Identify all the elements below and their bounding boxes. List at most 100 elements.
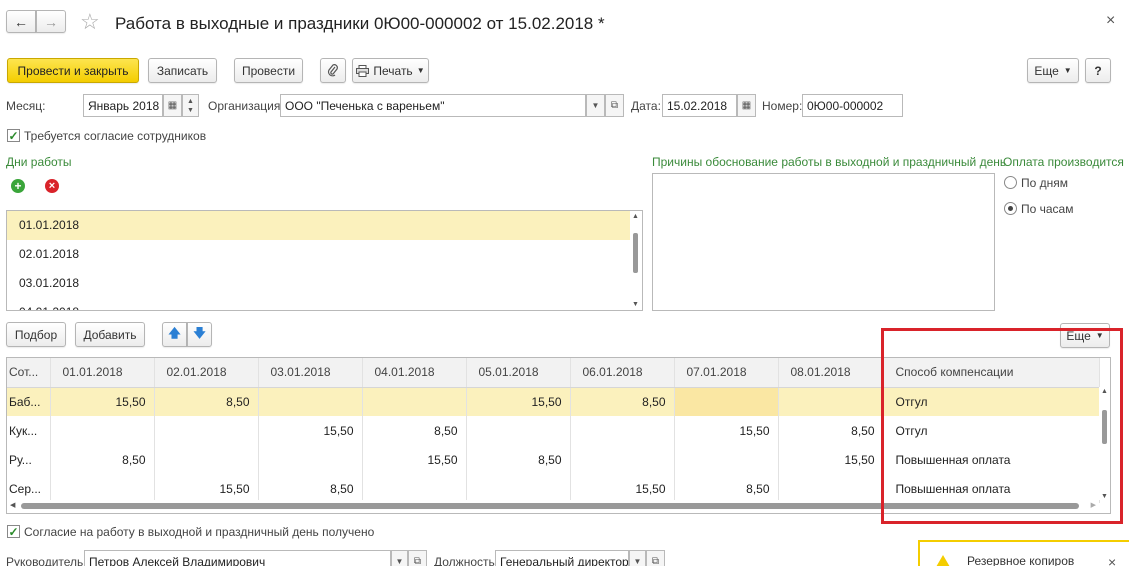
- position-field[interactable]: Генеральный директор: [495, 550, 629, 566]
- arrow-down-icon: 🡇: [193, 326, 206, 340]
- post-button[interactable]: Провести: [234, 58, 303, 83]
- position-open-button[interactable]: ⧉: [646, 550, 665, 566]
- payment-by-hours-radio[interactable]: [1004, 202, 1017, 215]
- column-header[interactable]: 07.01.2018: [674, 358, 779, 388]
- table-cell[interactable]: [362, 387, 467, 416]
- table-cell[interactable]: 15,50: [362, 445, 467, 474]
- table-cell[interactable]: [570, 445, 675, 474]
- open-link-icon: ⧉: [610, 100, 619, 111]
- list-item[interactable]: 02.01.2018: [7, 240, 642, 269]
- table-cell[interactable]: [258, 387, 363, 416]
- post-and-close-button[interactable]: Провести и закрыть: [7, 58, 139, 83]
- manager-label: Руководитель:: [6, 555, 87, 566]
- table-cell[interactable]: 15,50: [466, 387, 571, 416]
- table-cell[interactable]: [258, 445, 363, 474]
- list-item[interactable]: 04.01.2018: [7, 298, 642, 310]
- delete-day-button[interactable]: ×: [40, 175, 64, 197]
- table-cell[interactable]: 15,50: [258, 416, 363, 445]
- organization-field[interactable]: ООО "Печенька с вареньем": [280, 94, 586, 117]
- back-button[interactable]: ←: [6, 10, 36, 33]
- work-days-list[interactable]: 01.01.2018 02.01.2018 03.01.2018 04.01.2…: [6, 210, 643, 311]
- add-day-button[interactable]: +: [6, 175, 30, 197]
- position-dropdown-button[interactable]: ▼: [629, 550, 646, 566]
- column-header[interactable]: 08.01.2018: [778, 358, 884, 388]
- month-field[interactable]: Январь 2018: [83, 94, 163, 117]
- column-header[interactable]: 03.01.2018: [258, 358, 363, 388]
- attach-button[interactable]: [320, 58, 346, 83]
- list-item[interactable]: 03.01.2018: [7, 269, 642, 298]
- organization-dropdown-button[interactable]: ▼: [586, 94, 605, 117]
- print-button[interactable]: Печать ▼: [352, 58, 429, 83]
- table-cell[interactable]: [466, 416, 571, 445]
- number-label: Номер:: [762, 99, 803, 113]
- forward-button[interactable]: →: [36, 10, 66, 33]
- table-cell[interactable]: 8,50: [674, 474, 779, 503]
- manager-field[interactable]: Петров Алексей Владимирович: [84, 550, 391, 566]
- table-cell[interactable]: [50, 416, 155, 445]
- scroll-thumb[interactable]: [633, 233, 638, 273]
- column-header[interactable]: Сот...: [7, 358, 51, 388]
- table-cell[interactable]: 8,50: [154, 387, 259, 416]
- column-header[interactable]: 01.01.2018: [50, 358, 155, 388]
- payment-by-days-radio[interactable]: [1004, 176, 1017, 189]
- table-cell[interactable]: [570, 416, 675, 445]
- calendar-button[interactable]: ▦: [163, 94, 182, 117]
- favorite-star-icon[interactable]: ☆: [80, 9, 100, 35]
- list-item[interactable]: 01.01.2018: [7, 211, 642, 240]
- save-button[interactable]: Записать: [148, 58, 217, 83]
- number-field[interactable]: 0Ю00-000002: [802, 94, 903, 117]
- table-cell[interactable]: [154, 445, 259, 474]
- table-cell[interactable]: 8,50: [778, 416, 884, 445]
- more-button[interactable]: Еще ▼: [1027, 58, 1079, 83]
- table-cell[interactable]: [50, 474, 155, 503]
- help-button[interactable]: ?: [1085, 58, 1111, 83]
- table-cell[interactable]: 15,50: [570, 474, 675, 503]
- table-cell[interactable]: Баб...: [7, 387, 51, 416]
- table-cell[interactable]: 15,50: [778, 445, 884, 474]
- month-stepper[interactable]: ▲ ▼: [182, 94, 199, 117]
- table-cell[interactable]: [778, 474, 884, 503]
- list-scrollbar[interactable]: ▲ ▼: [630, 211, 642, 310]
- table-cell[interactable]: [674, 387, 779, 416]
- add-button[interactable]: Добавить: [75, 322, 145, 347]
- table-cell[interactable]: 15,50: [154, 474, 259, 503]
- table-cell[interactable]: 15,50: [50, 387, 155, 416]
- plus-circle-icon: +: [11, 179, 25, 193]
- organization-open-button[interactable]: ⧉: [605, 94, 624, 117]
- move-up-button[interactable]: 🡅: [162, 322, 187, 347]
- move-down-button[interactable]: 🡇: [187, 322, 212, 347]
- consent-received-checkbox[interactable]: ✓: [7, 525, 20, 538]
- manager-dropdown-button[interactable]: ▼: [391, 550, 408, 566]
- scroll-left-icon[interactable]: ◀: [10, 501, 15, 509]
- consent-required-checkbox[interactable]: ✓: [7, 129, 20, 142]
- table-cell[interactable]: [778, 387, 884, 416]
- reasons-textarea[interactable]: [652, 173, 995, 311]
- date-field[interactable]: 15.02.2018: [662, 94, 737, 117]
- table-cell[interactable]: 8,50: [258, 474, 363, 503]
- column-header[interactable]: 04.01.2018: [362, 358, 467, 388]
- table-cell[interactable]: [674, 445, 779, 474]
- column-header[interactable]: 05.01.2018: [466, 358, 571, 388]
- table-cell[interactable]: 8,50: [362, 416, 467, 445]
- manager-open-button[interactable]: ⧉: [408, 550, 427, 566]
- column-header[interactable]: 02.01.2018: [154, 358, 259, 388]
- column-header[interactable]: 06.01.2018: [570, 358, 675, 388]
- notification-close-icon[interactable]: ×: [1108, 554, 1116, 566]
- scroll-down-icon[interactable]: ▼: [632, 301, 639, 308]
- scroll-up-icon[interactable]: ▲: [632, 213, 639, 220]
- table-cell[interactable]: 8,50: [466, 445, 571, 474]
- table-cell[interactable]: [466, 474, 571, 503]
- table-cell[interactable]: [154, 416, 259, 445]
- pick-button[interactable]: Подбор: [6, 322, 66, 347]
- notification-toast[interactable]: Резервное копиров ×: [918, 540, 1129, 566]
- table-cell[interactable]: Ру...: [7, 445, 51, 474]
- table-cell[interactable]: Сер...: [7, 474, 51, 503]
- table-cell[interactable]: Кук...: [7, 416, 51, 445]
- close-window-icon[interactable]: ×: [1106, 12, 1115, 30]
- payment-by-days-label: По дням: [1021, 176, 1069, 190]
- date-calendar-button[interactable]: ▦: [737, 94, 756, 117]
- table-cell[interactable]: [362, 474, 467, 503]
- table-cell[interactable]: 15,50: [674, 416, 779, 445]
- table-cell[interactable]: 8,50: [50, 445, 155, 474]
- table-cell[interactable]: 8,50: [570, 387, 675, 416]
